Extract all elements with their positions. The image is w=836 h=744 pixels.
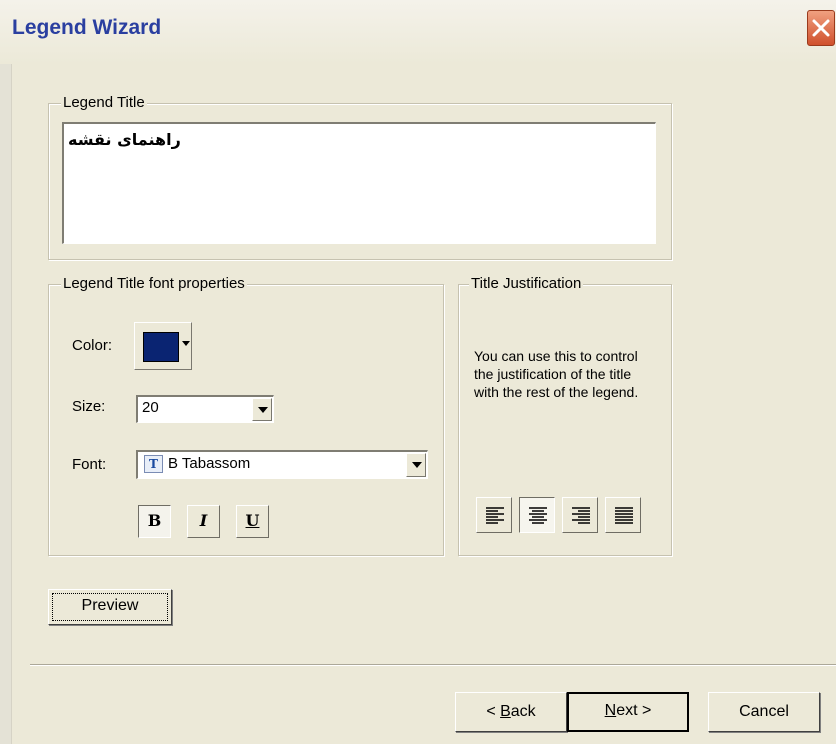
font-dropdown-button[interactable] xyxy=(406,453,426,477)
underline-button[interactable]: U xyxy=(236,505,269,538)
cancel-button-label: Cancel xyxy=(739,703,789,720)
color-picker-button[interactable] xyxy=(134,322,192,370)
center-align-icon xyxy=(529,507,547,524)
window-left-border xyxy=(0,64,12,744)
justify-center-button[interactable] xyxy=(519,497,555,533)
size-dropdown-button[interactable] xyxy=(252,398,272,421)
justification-description: You can use this to control the justific… xyxy=(474,348,639,400)
justify-left-button[interactable] xyxy=(476,497,512,533)
font-select[interactable]: T B Tabassom xyxy=(136,450,428,479)
legend-title-input[interactable]: راهنمای نقشه xyxy=(62,122,656,244)
close-button[interactable] xyxy=(807,10,835,46)
chevron-down-icon xyxy=(182,341,190,346)
color-label: Color: xyxy=(72,337,113,354)
footer-divider xyxy=(30,664,836,666)
legend-title-group-label: Legend Title xyxy=(61,94,147,111)
size-label: Size: xyxy=(72,398,106,415)
focus-rectangle xyxy=(52,593,168,621)
next-button[interactable]: Next > xyxy=(567,692,689,732)
close-icon xyxy=(812,19,830,37)
italic-button[interactable]: I xyxy=(187,505,220,538)
justify-right-button[interactable] xyxy=(562,497,598,533)
color-swatch xyxy=(143,332,179,362)
size-value: 20 xyxy=(142,399,159,416)
window-title: Legend Wizard xyxy=(12,16,162,39)
left-align-icon xyxy=(486,507,504,524)
bold-button[interactable]: B xyxy=(138,505,171,538)
font-value: B Tabassom xyxy=(168,455,251,472)
justify-icon xyxy=(615,507,633,524)
title-justification-group-label: Title Justification xyxy=(469,275,584,292)
cancel-button[interactable]: Cancel xyxy=(708,692,820,732)
justify-full-button[interactable] xyxy=(605,497,641,533)
next-button-label: Next > xyxy=(604,702,652,719)
size-select[interactable]: 20 xyxy=(136,395,274,423)
font-label: Font: xyxy=(72,456,107,473)
title-bar: Legend Wizard xyxy=(0,0,836,64)
legend-title-text: راهنمای نقشه xyxy=(68,130,181,149)
preview-button[interactable]: Preview xyxy=(48,589,172,625)
right-align-icon xyxy=(572,507,590,524)
truetype-font-icon: T xyxy=(144,455,163,473)
back-button[interactable]: < Back xyxy=(455,692,567,732)
back-button-label: < Back xyxy=(486,703,536,720)
font-properties-group-label: Legend Title font properties xyxy=(61,275,247,292)
